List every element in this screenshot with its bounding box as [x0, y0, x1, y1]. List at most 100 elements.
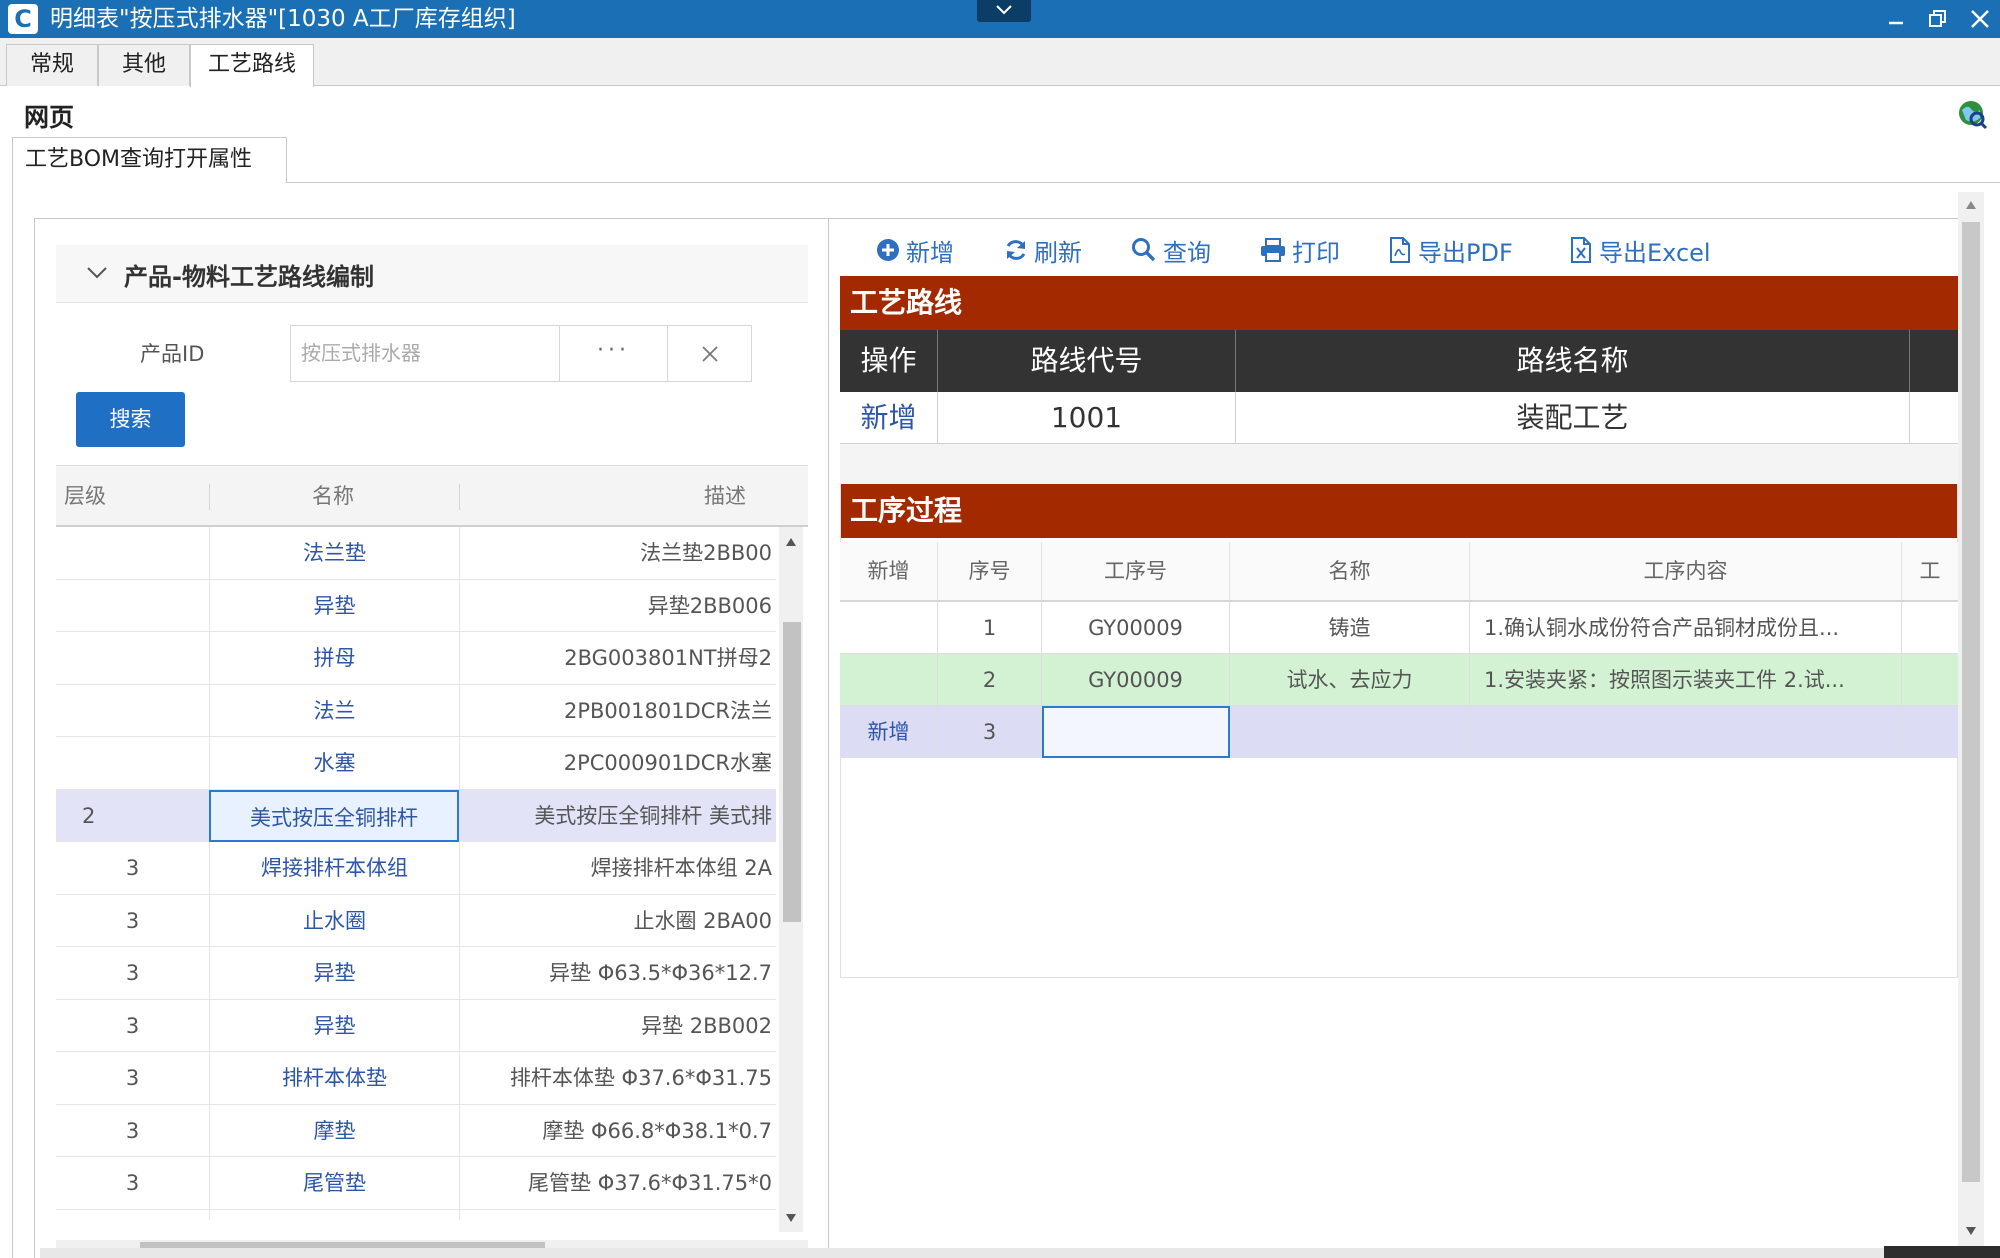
process-row-add-link[interactable]: [840, 654, 938, 706]
page-horizontal-scrollbar[interactable]: [40, 1248, 1958, 1258]
column-header-seq[interactable]: 序号: [938, 542, 1042, 600]
column-header-content[interactable]: 工序内容: [1470, 542, 1902, 600]
tree-row-name-link[interactable]: 止水圈: [209, 894, 459, 947]
process-row[interactable]: 1 GY00009 铸造 1.确认铜水成份符合产品铜材成份且...: [840, 602, 1958, 654]
tree-row[interactable]: 3 异垫 异垫 2BB002: [56, 999, 776, 1052]
tree-row[interactable]: 法兰 2PB001801DCR法兰: [56, 684, 776, 737]
tree-row[interactable]: 3拼母拼母 2BG003: [56, 1209, 776, 1220]
process-row-add-link[interactable]: 新增: [840, 706, 938, 758]
tree-row[interactable]: 3 异垫 异垫 Φ63.5*Φ36*12.7: [56, 947, 776, 1000]
scroll-up-icon[interactable]: [1965, 200, 1977, 210]
scroll-down-icon[interactable]: [1965, 1226, 1977, 1236]
tree-row-name-link[interactable]: 拼母: [209, 632, 459, 684]
column-header-add[interactable]: 新增: [840, 542, 938, 600]
tree-row-name-link[interactable]: 异垫: [209, 999, 459, 1052]
process-row-name[interactable]: 试水、去应力: [1230, 654, 1470, 706]
column-header-operation[interactable]: 操作: [840, 330, 938, 392]
tab-general[interactable]: 常规: [6, 44, 98, 86]
tree-row[interactable]: 3 焊接排杆本体组 焊接排杆本体组 2A: [56, 842, 776, 895]
column-header-route-code[interactable]: 路线代号: [938, 330, 1236, 392]
product-id-clear-button[interactable]: [668, 325, 752, 382]
tree-row-name-link[interactable]: 法兰垫: [209, 527, 459, 579]
tree-row-level: [56, 527, 209, 579]
product-id-input[interactable]: 按压式排水器: [290, 325, 560, 382]
tree-vertical-scroll-thumb[interactable]: [783, 622, 801, 922]
refresh-button[interactable]: 刷新: [1004, 230, 1082, 270]
title-dropdown-button[interactable]: [977, 0, 1031, 22]
tree-row[interactable]: 水塞 2PC000901DCR水塞: [56, 737, 776, 790]
process-row-add-link[interactable]: [840, 602, 938, 654]
tree-row-name-link[interactable]: 美式按压全铜排杆: [209, 789, 459, 842]
print-button[interactable]: 打印: [1260, 230, 1340, 270]
tree-row[interactable]: 3 排杆本体垫 排杆本体垫 Φ37.6*Φ31.75: [56, 1052, 776, 1105]
tree-row-name-link[interactable]: 尾管垫: [209, 1157, 459, 1209]
product-id-browse-button[interactable]: ···: [560, 325, 668, 382]
scroll-down-icon[interactable]: [785, 1213, 797, 1223]
tree-row[interactable]: 2 美式按压全铜排杆 美式按压全铜排杆 美式排: [56, 789, 776, 842]
browser-globe-icon[interactable]: [1956, 98, 1988, 130]
scroll-up-icon[interactable]: [785, 537, 797, 547]
process-row-process-no[interactable]: GY00009: [1042, 654, 1230, 706]
column-header-description[interactable]: 描述: [704, 466, 746, 526]
tree-row-name-link[interactable]: 法兰: [209, 684, 459, 737]
route-section-title: 工艺路线: [840, 276, 1958, 330]
column-header-name[interactable]: 名称: [312, 466, 354, 526]
tree-row-description: 2BG003801NT拼母2: [459, 632, 776, 684]
restore-button[interactable]: [1916, 0, 1960, 38]
tab-other[interactable]: 其他: [98, 44, 190, 86]
process-row[interactable]: 2 GY00009 试水、去应力 1.安装夹紧：按照图示装夹工件 2.试...: [840, 654, 1958, 706]
process-row-process-no[interactable]: [1042, 706, 1230, 758]
content-border: [12, 182, 13, 1258]
subtab-process-bom[interactable]: 工艺BOM查询打开属性: [12, 137, 287, 183]
route-row[interactable]: 新增 1001 装配工艺: [840, 392, 1958, 444]
tree-row[interactable]: 3 摩垫 摩垫 Φ66.8*Φ38.1*0.7: [56, 1104, 776, 1157]
route-name-cell[interactable]: 装配工艺: [1236, 392, 1910, 444]
tree-row-name-link[interactable]: 拼母: [209, 1209, 459, 1220]
page-vertical-scroll-thumb[interactable]: [1962, 222, 1980, 1182]
close-button[interactable]: [1958, 0, 2000, 38]
tree-row-description: 摩垫 Φ66.8*Φ38.1*0.7: [459, 1104, 776, 1157]
tree-row-name-link[interactable]: 异垫: [209, 579, 459, 632]
tree-row-level: [56, 685, 209, 737]
tree-row-description: 排杆本体垫 Φ37.6*Φ31.75: [459, 1052, 776, 1104]
tree-row[interactable]: 3 止水圈 止水圈 2BA00: [56, 894, 776, 947]
column-header-truncated[interactable]: 工: [1902, 542, 1958, 600]
process-row-content[interactable]: [1470, 706, 1902, 758]
tree-row-level: [56, 580, 209, 632]
tree-row-name-link[interactable]: 异垫: [209, 947, 459, 999]
refresh-icon: [1006, 240, 1026, 260]
tree-row-level: 3: [125, 1013, 140, 1038]
tree-row-name-link[interactable]: 摩垫: [209, 1104, 459, 1157]
tree-row-name-link[interactable]: 焊接排杆本体组: [209, 842, 459, 894]
export-excel-button[interactable]: 导出Excel: [1569, 230, 1711, 270]
export-pdf-button[interactable]: 导出PDF: [1388, 230, 1513, 270]
column-header-name[interactable]: 名称: [1230, 542, 1470, 600]
column-header-route-name[interactable]: 路线名称: [1236, 330, 1910, 392]
process-row-name[interactable]: [1230, 706, 1470, 758]
tree-row-name-link[interactable]: 水塞: [209, 737, 459, 789]
process-row-process-no[interactable]: GY00009: [1042, 602, 1230, 654]
tree-row[interactable]: 异垫 异垫2BB006: [56, 579, 776, 632]
process-row-content[interactable]: 1.安装夹紧：按照图示装夹工件 2.试...: [1470, 654, 1902, 706]
process-row-name[interactable]: 铸造: [1230, 602, 1470, 654]
route-code-cell[interactable]: 1001: [938, 392, 1236, 444]
tree-row-name-link[interactable]: 排杆本体垫: [209, 1052, 459, 1104]
panel-divider[interactable]: [828, 218, 829, 1258]
minimize-button[interactable]: [1874, 0, 1918, 38]
column-header-process-no[interactable]: 工序号: [1042, 542, 1230, 600]
route-table-empty-area: [840, 444, 1958, 484]
tab-process-route[interactable]: 工艺路线: [190, 44, 314, 87]
column-header-level[interactable]: 层级: [64, 466, 106, 526]
printer-icon: [1261, 238, 1285, 262]
process-row[interactable]: 新增 3: [840, 706, 1958, 758]
search-button[interactable]: 搜索: [76, 392, 185, 447]
process-row-content[interactable]: 1.确认铜水成份符合产品铜材成份且...: [1470, 602, 1902, 654]
tree-row[interactable]: 拼母 2BG003801NT拼母2: [56, 632, 776, 685]
tree-row[interactable]: 3 尾管垫 尾管垫 Φ37.6*Φ31.75*0: [56, 1157, 776, 1210]
add-button[interactable]: 新增: [876, 230, 954, 270]
query-button-label: 查询: [1163, 238, 1211, 267]
route-add-link[interactable]: 新增: [840, 392, 938, 444]
print-button-label: 打印: [1292, 238, 1340, 267]
tree-row[interactable]: 法兰垫 法兰垫2BB00: [56, 527, 776, 580]
query-button[interactable]: 查询: [1131, 230, 1211, 270]
